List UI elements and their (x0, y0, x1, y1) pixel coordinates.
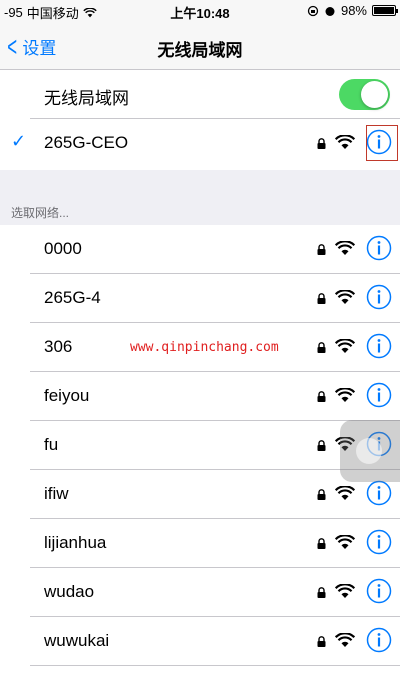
network-name: 306 (44, 337, 73, 356)
toggle-knob (361, 81, 388, 108)
network-name: 265G-4 (44, 288, 101, 307)
info-icon[interactable] (366, 382, 392, 408)
info-icon[interactable] (366, 333, 392, 359)
assistive-touch-icon (356, 438, 382, 464)
lock-icon (317, 489, 326, 500)
wifi-signal-icon (335, 584, 355, 598)
lock-icon (317, 138, 326, 149)
watermark-text: www.qinpinchang.com (130, 340, 279, 355)
wifi-signal-icon (335, 241, 355, 255)
wifi-signal-icon (335, 388, 355, 402)
wifi-signal-icon (335, 339, 355, 353)
network-row[interactable]: wudao (0, 568, 400, 617)
wifi-signal-icon (335, 290, 355, 304)
battery-percent: 98% (340, 3, 367, 18)
network-name: 265G-CEO (44, 133, 129, 152)
network-name: fu (44, 435, 59, 454)
network-name: 0000 (44, 239, 82, 258)
network-name: ifiw (44, 484, 69, 503)
battery-icon (372, 5, 398, 16)
lock-icon (317, 538, 326, 549)
lock-icon (317, 244, 326, 255)
wifi-signal-icon (335, 633, 355, 647)
alarm-icon (325, 6, 335, 16)
network-row[interactable]: feiyou (0, 372, 400, 421)
network-row[interactable]: 0000 (0, 225, 400, 274)
rotation-lock-icon (307, 5, 319, 16)
info-icon[interactable] (366, 529, 392, 555)
info-icon[interactable] (366, 480, 392, 506)
info-icon[interactable] (366, 627, 392, 653)
wifi-signal-icon (335, 486, 355, 500)
network-row[interactable]: lijianhua (0, 519, 400, 568)
wifi-toggle-switch[interactable] (339, 79, 390, 110)
network-name: wuwukai (44, 631, 110, 650)
network-name: lijianhua (44, 533, 107, 552)
lock-icon (317, 391, 326, 402)
lock-icon (317, 440, 326, 451)
checkmark-icon: ✓ (11, 131, 27, 151)
wifi-toggle-label: 无线局域网 (44, 89, 129, 108)
network-name: wudao (44, 582, 95, 601)
network-row[interactable]: 265G-4 (0, 274, 400, 323)
info-icon[interactable] (366, 235, 392, 261)
wifi-signal-icon (335, 535, 355, 549)
wifi-signal-icon (335, 135, 355, 149)
lock-icon (317, 587, 326, 598)
wifi-toggle-row: 无线局域网 (0, 70, 400, 119)
section-header: 选取网络... (11, 206, 70, 220)
wifi-settings-group: 无线局域网 ✓ 265G-CEO (0, 70, 400, 170)
highlight-box (366, 125, 398, 161)
network-row[interactable]: ifiw (0, 470, 400, 519)
connected-network-row[interactable]: ✓ 265G-CEO (0, 119, 400, 168)
divider (30, 665, 400, 666)
lock-icon (317, 293, 326, 304)
status-bar: -95 中国移动 上午10:48 98% (0, 0, 400, 22)
lock-icon (317, 342, 326, 353)
navigation-bar: < 设置 无线局域网 (0, 22, 400, 70)
info-icon[interactable] (366, 578, 392, 604)
assistive-touch-button[interactable] (340, 420, 400, 482)
info-icon[interactable] (366, 284, 392, 310)
lock-icon (317, 636, 326, 647)
page-title: 无线局域网 (157, 41, 243, 60)
network-row[interactable]: wuwukai (0, 617, 400, 666)
network-name: feiyou (44, 386, 90, 405)
